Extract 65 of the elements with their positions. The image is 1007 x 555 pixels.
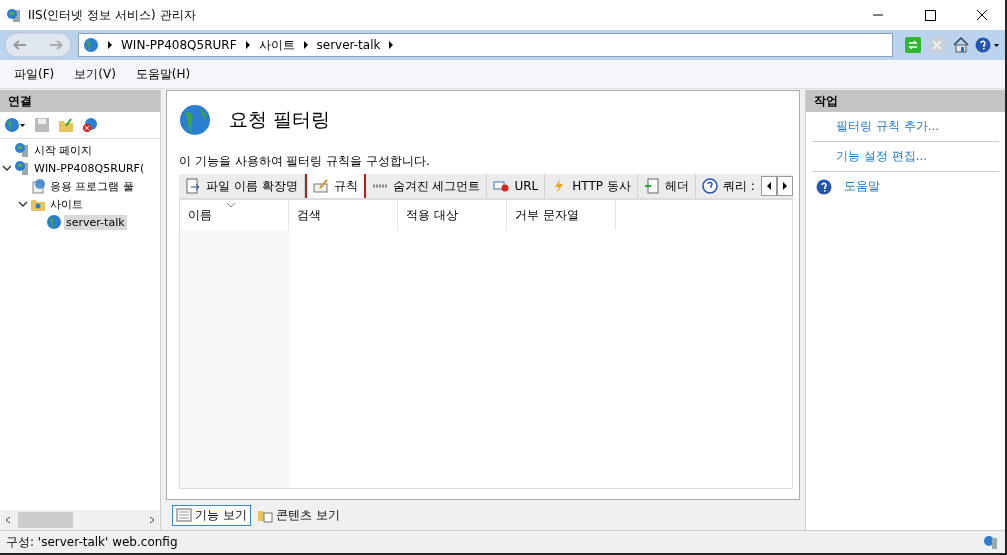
menu-item[interactable]: 보기(V)	[74, 65, 116, 83]
expander-icon[interactable]	[2, 163, 12, 173]
network-icon	[983, 534, 999, 550]
home-icon[interactable]	[953, 37, 969, 53]
list-icon	[176, 507, 192, 523]
action-link[interactable]: 필터링 규칙 추가...	[836, 119, 940, 133]
panel-header: 연결	[0, 90, 160, 112]
scroll-left-button[interactable]	[761, 176, 777, 196]
address-bar[interactable]: WIN-PP408Q5RURF 사이트 server-talk	[78, 33, 893, 57]
help-icon[interactable]	[975, 37, 1001, 53]
tree-item[interactable]: server-talk	[64, 214, 127, 230]
feature-tab[interactable]: 숨겨진 세그먼트	[365, 174, 488, 198]
chevron-icon	[302, 41, 309, 49]
column-header[interactable]: 거부 문자열	[507, 200, 616, 230]
breadcrumb[interactable]: 사이트	[258, 36, 295, 54]
server-icon	[14, 142, 30, 158]
action-link[interactable]: 도움말	[844, 178, 880, 195]
feature-tab[interactable]: 헤더	[637, 174, 696, 198]
sort-icon	[226, 202, 236, 208]
tree-item[interactable]: 시작 페이지	[32, 141, 95, 159]
page-arrow-icon	[643, 178, 660, 194]
feature-tab[interactable]: 규칙	[304, 174, 366, 198]
panel-header: 작업	[806, 90, 1005, 112]
chevron-icon	[107, 41, 113, 49]
feature-description: 이 기능을 사용하여 필터링 규칙을 구성합니다.	[179, 153, 431, 170]
server-icon	[14, 160, 30, 176]
breadcrumb[interactable]: server-talk	[316, 38, 381, 52]
scroll-right-icon[interactable]	[148, 516, 156, 524]
column-header[interactable]: 검색	[289, 200, 398, 230]
column-header[interactable]: 적용 대상	[398, 200, 507, 230]
feature-tab[interactable]: HTTP 동사	[545, 174, 638, 198]
scroll-left-icon[interactable]	[4, 516, 12, 524]
feature-tab[interactable]: URL	[487, 174, 546, 198]
globe-icon	[46, 214, 62, 230]
globe-dropdown-icon[interactable]	[4, 117, 26, 133]
chevron-icon	[244, 41, 251, 49]
action-link[interactable]: 기능 설정 편집...	[836, 149, 928, 163]
feature-title: 요청 필터링	[229, 107, 331, 132]
status-text: 구성: 'server-talk' web.config	[6, 533, 178, 551]
app-icon	[6, 7, 22, 23]
globe-icon	[83, 37, 99, 53]
feature-tab[interactable]: 쿼리 :	[695, 174, 761, 198]
help-icon	[816, 178, 832, 195]
feature-tab[interactable]: 파일 이름 확장명	[179, 174, 305, 198]
globe-icon	[179, 104, 211, 136]
chevron-icon	[388, 41, 395, 49]
breadcrumb[interactable]: WIN-PP408Q5RURF	[121, 38, 237, 52]
menu-item[interactable]: 파일(F)	[14, 65, 55, 83]
tree-item[interactable]: WIN-PP408Q5RURF(	[32, 160, 147, 176]
view-tab[interactable]: 콘텐츠 보기	[252, 504, 344, 526]
view-tab[interactable]: 기능 보기	[172, 504, 251, 526]
folder-icon[interactable]	[58, 117, 74, 133]
menu-item[interactable]: 도움말(H)	[135, 65, 191, 83]
expander-icon[interactable]	[18, 199, 28, 209]
window-title: IIS(인터넷 정보 서비스) 관리자	[28, 6, 196, 24]
scrollbar-thumb[interactable]	[18, 512, 73, 528]
scroll-right-button[interactable]	[777, 176, 793, 196]
link-block-icon	[493, 178, 510, 194]
app-pool-icon	[30, 178, 46, 194]
question-icon	[701, 178, 718, 194]
disconnect-icon[interactable]	[82, 117, 98, 133]
tree-item[interactable]: 사이트	[48, 195, 85, 213]
refresh-icon[interactable]	[905, 37, 921, 53]
pencil-note-icon	[312, 178, 329, 194]
tree-item[interactable]: 응용 프로그램 풀	[48, 177, 136, 195]
